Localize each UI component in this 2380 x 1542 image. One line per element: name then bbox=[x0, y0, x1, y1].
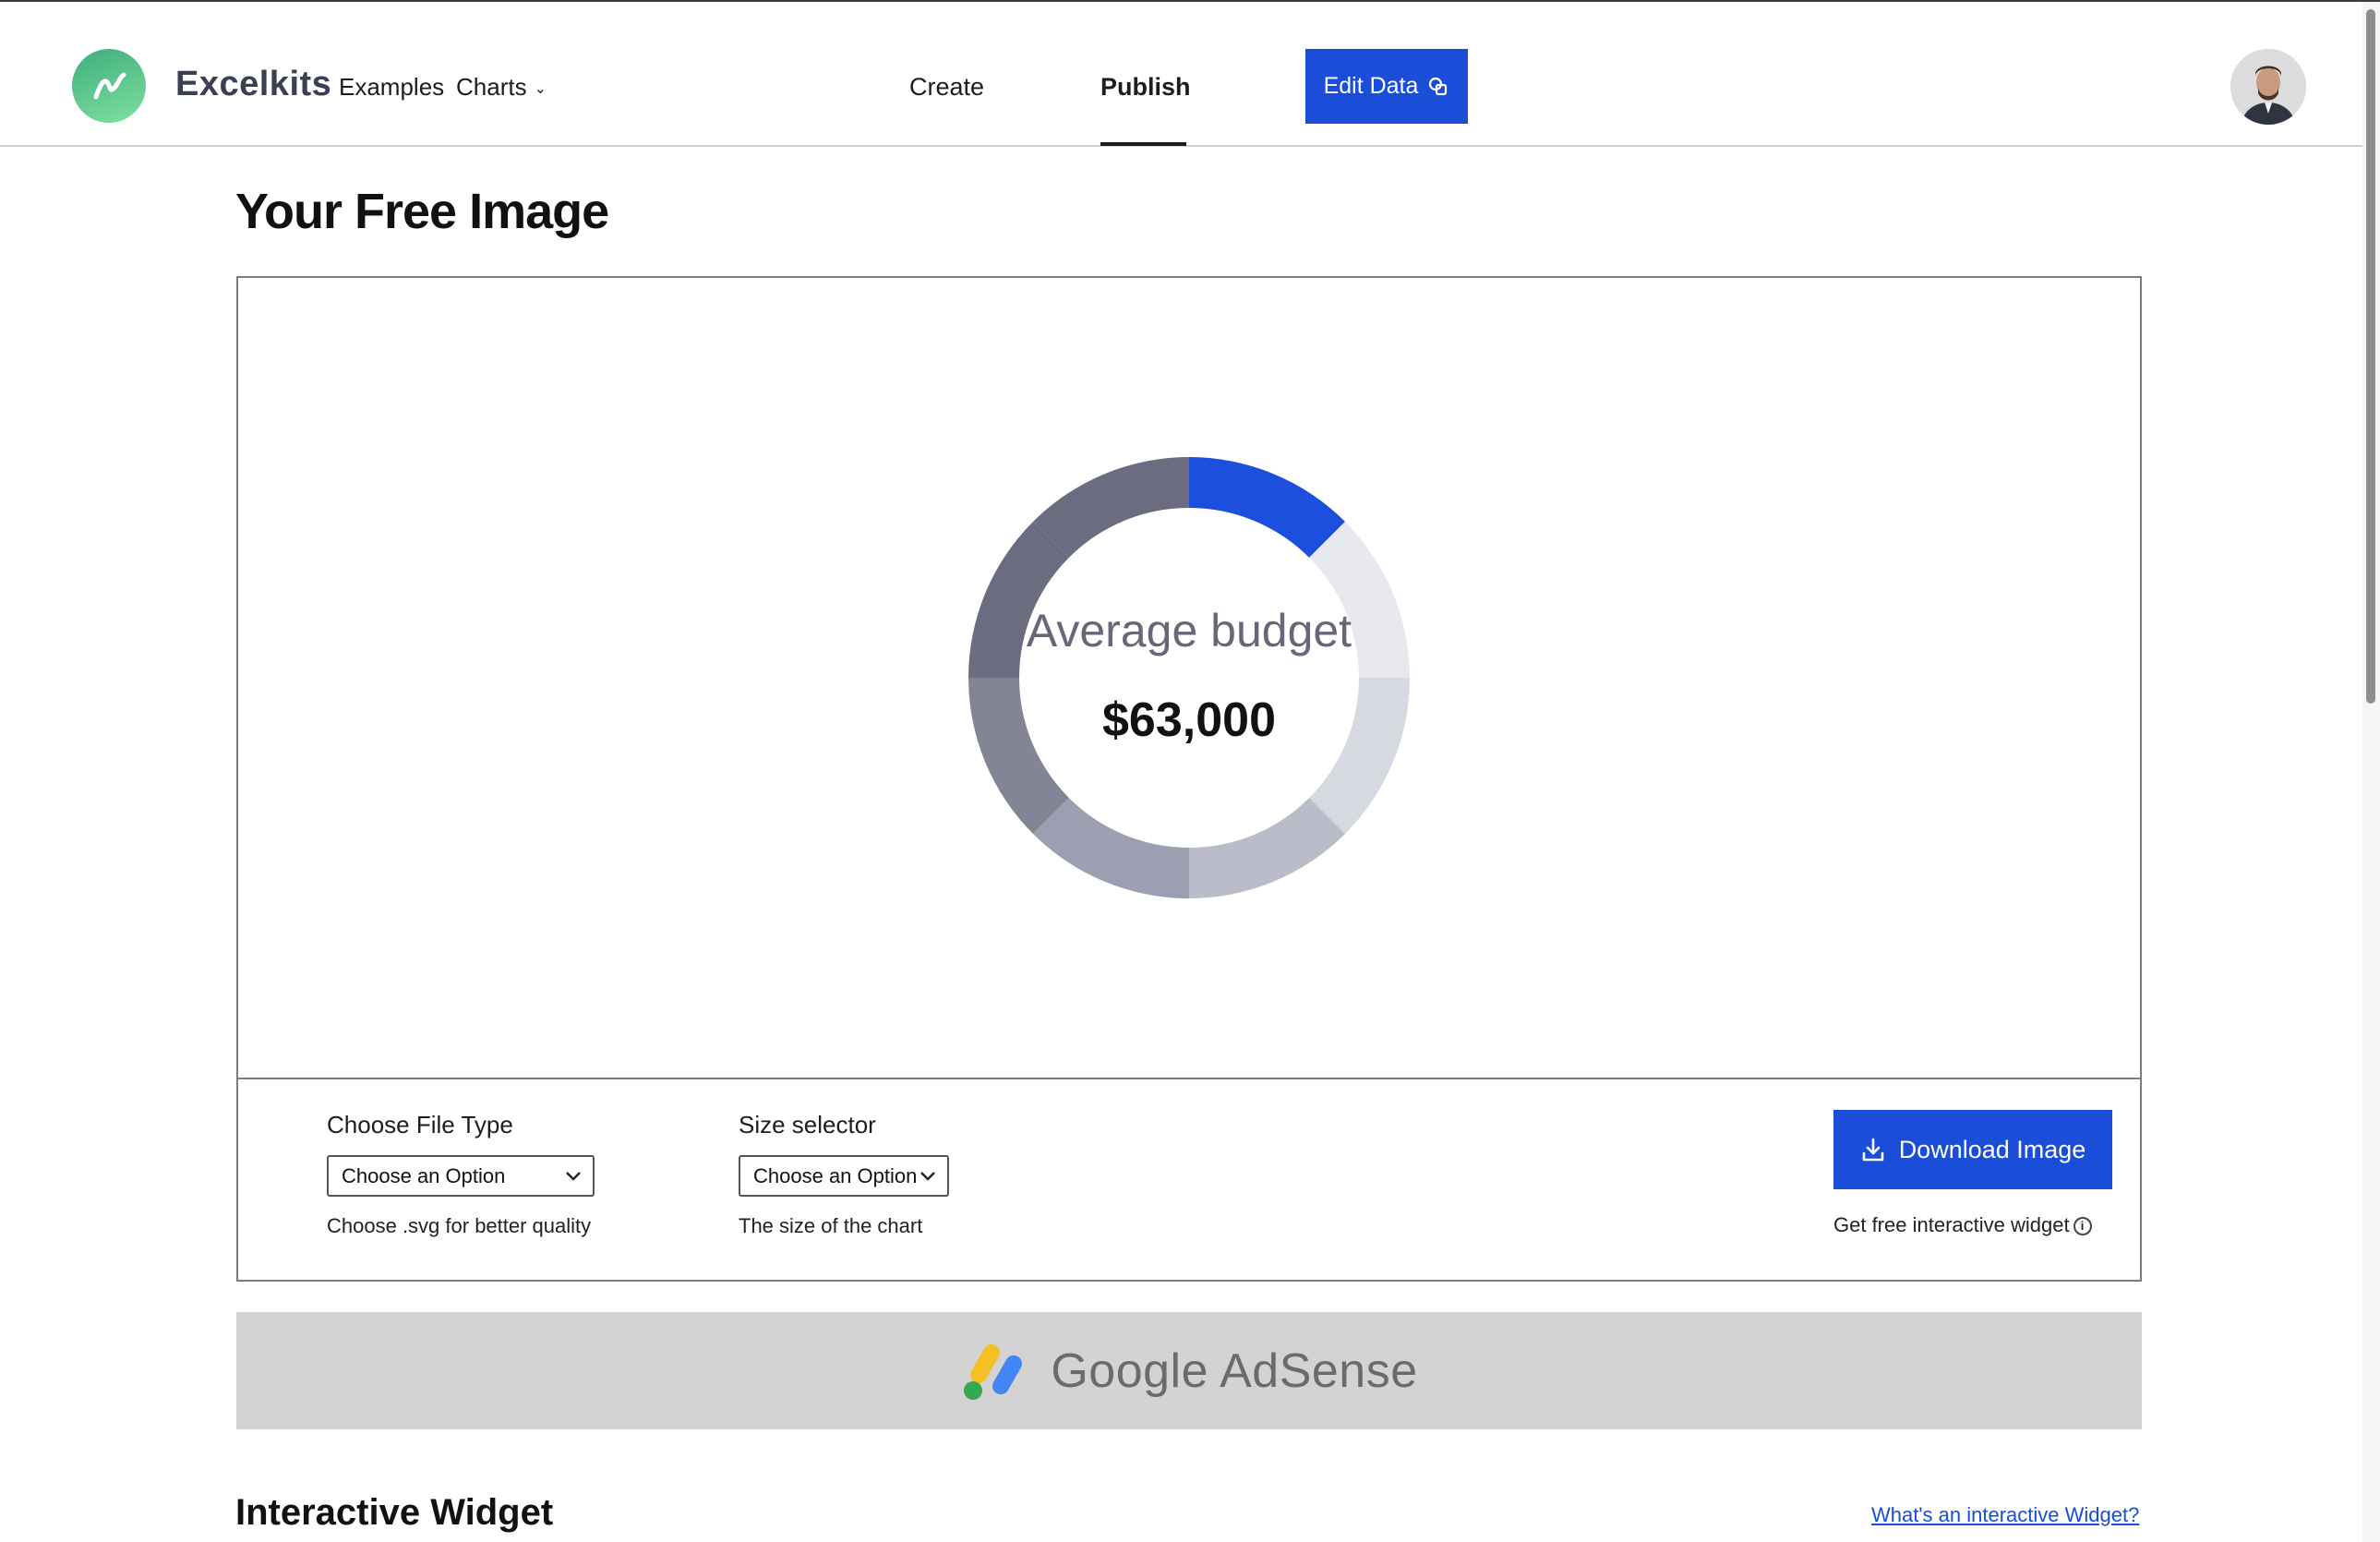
top-navbar: Excelkits Examples Charts ⌄ Create Publis… bbox=[0, 2, 2380, 147]
chevron-down-icon: ⌄ bbox=[534, 81, 547, 98]
chart-center-label: Average budget bbox=[1027, 605, 1352, 657]
export-controls: Choose File Type Choose an Option Choose… bbox=[238, 1078, 2140, 1280]
download-image-label: Download Image bbox=[1898, 1135, 2086, 1163]
edit-data-label: Edit Data bbox=[1323, 73, 1419, 99]
file-type-select[interactable]: Choose an Option bbox=[327, 1155, 595, 1197]
nav-examples[interactable]: Examples bbox=[339, 73, 444, 102]
chart-area: Average budget $63,000 bbox=[238, 278, 2140, 1078]
donut-slice bbox=[968, 678, 1069, 834]
donut-slice bbox=[1189, 798, 1345, 898]
user-avatar[interactable] bbox=[2230, 49, 2306, 125]
widget-note-text: Get free interactive widget bbox=[1833, 1213, 2070, 1236]
adsense-logo-icon bbox=[964, 1343, 1023, 1400]
donut-slice bbox=[1033, 798, 1189, 898]
file-type-hint: Choose .svg for better quality bbox=[327, 1214, 592, 1237]
tab-publish[interactable]: Publish bbox=[1100, 73, 1191, 102]
excelkits-logo-icon[interactable] bbox=[72, 49, 146, 123]
nav-charts-dropdown[interactable]: Charts ⌄ bbox=[456, 73, 547, 102]
donut-slice bbox=[1309, 678, 1410, 834]
active-tab-indicator bbox=[1100, 142, 1186, 146]
ad-banner[interactable]: Google AdSense bbox=[236, 1312, 2142, 1429]
donut-chart: Average budget $63,000 bbox=[968, 457, 1410, 898]
size-selector-label: Size selector bbox=[739, 1111, 876, 1138]
chart-center-value: $63,000 bbox=[1102, 693, 1276, 747]
chart-preview-card: Average budget $63,000 Choose File Type … bbox=[236, 276, 2142, 1282]
page-title: Your Free Image bbox=[235, 184, 609, 239]
ad-banner-text: Google AdSense bbox=[1051, 1343, 1418, 1398]
widget-note: Get free interactive widget i bbox=[1833, 1213, 2092, 1237]
size-hint: The size of the chart bbox=[739, 1214, 923, 1237]
nav-charts-label: Charts bbox=[456, 73, 527, 101]
interactive-widget-heading: Interactive Widget bbox=[235, 1492, 554, 1533]
edit-data-button[interactable]: Edit Data bbox=[1305, 49, 1468, 124]
tab-create[interactable]: Create bbox=[909, 73, 984, 102]
download-image-button[interactable]: Download Image bbox=[1833, 1110, 2112, 1189]
edit-data-icon bbox=[1429, 77, 1448, 95]
chevron-down-icon bbox=[920, 1172, 935, 1181]
interactive-widget-help-link[interactable]: What's an interactive Widget? bbox=[1871, 1503, 2139, 1527]
brand-name[interactable]: Excelkits bbox=[175, 65, 331, 104]
donut-slice bbox=[1189, 457, 1345, 558]
page-scrollbar[interactable] bbox=[2362, 2, 2380, 1542]
scrollbar-thumb[interactable] bbox=[2366, 9, 2375, 704]
size-select[interactable]: Choose an Option bbox=[739, 1155, 949, 1197]
info-icon[interactable]: i bbox=[2073, 1217, 2092, 1236]
chevron-down-icon bbox=[566, 1172, 581, 1181]
file-type-selected: Choose an Option bbox=[342, 1163, 506, 1187]
size-selected: Choose an Option bbox=[753, 1163, 918, 1187]
download-icon bbox=[1862, 1138, 1883, 1162]
donut-slice bbox=[1033, 457, 1189, 558]
file-type-label: Choose File Type bbox=[327, 1111, 513, 1138]
